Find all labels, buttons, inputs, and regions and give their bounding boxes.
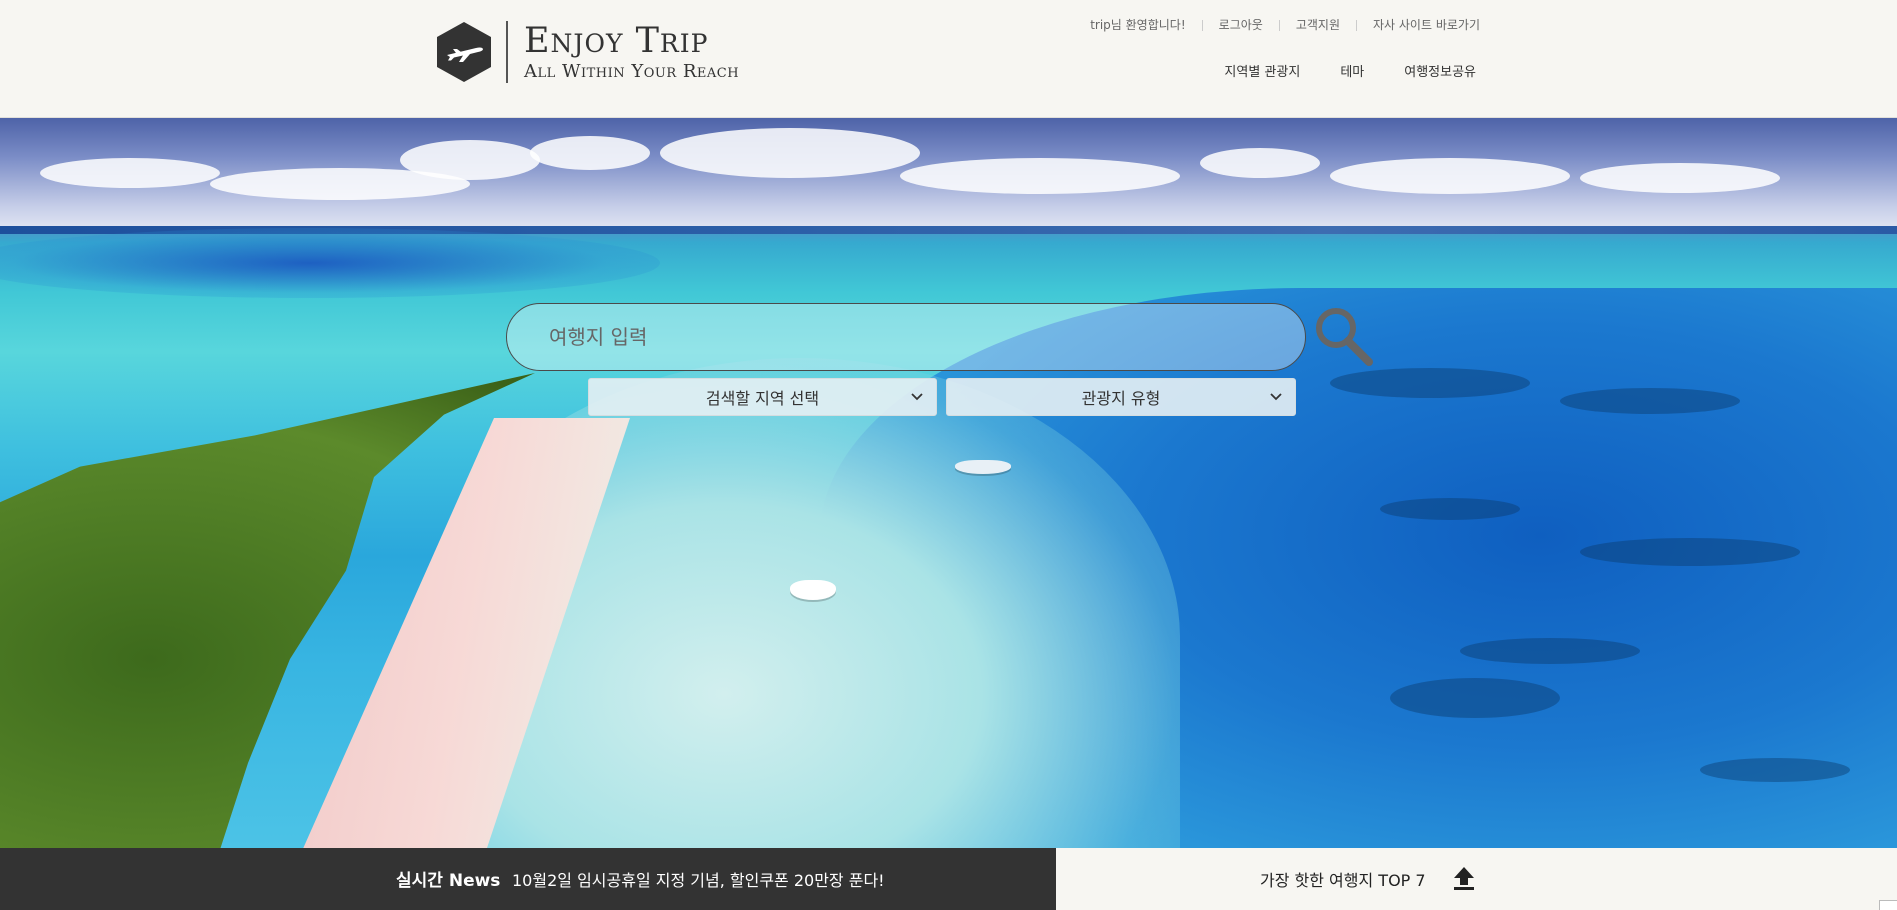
- search-bar: [506, 303, 1306, 371]
- airplane-logo-icon: [437, 22, 491, 82]
- news-label: 실시간 News: [396, 871, 501, 891]
- reef: [1390, 678, 1560, 718]
- cloud: [40, 158, 220, 188]
- destination-search-input[interactable]: [506, 303, 1306, 371]
- reef: [1560, 388, 1740, 414]
- reef: [1580, 538, 1800, 566]
- chevron-down-icon: [1270, 393, 1282, 401]
- realtime-news-bar: 실시간 News 10월2일 임시공휴일 지정 기념, 할인쿠폰 20만장 푼다…: [0, 848, 1056, 910]
- boat: [955, 460, 1011, 474]
- top7-label[interactable]: 가장 핫한 여행지 TOP 7: [1260, 867, 1426, 891]
- upload-arrow-icon[interactable]: [1452, 865, 1476, 891]
- cloud: [1330, 158, 1570, 194]
- cloud: [1200, 148, 1320, 178]
- top7-bar: 가장 핫한 여행지 TOP 7: [1056, 848, 1897, 910]
- deep-water-left: [0, 228, 660, 298]
- boat: [790, 580, 836, 600]
- cloud: [400, 140, 540, 180]
- welcome-text: trip님 환영합니다!: [1090, 18, 1186, 32]
- nav-item-travel-info-share[interactable]: 여행정보공유: [1404, 64, 1476, 82]
- reef: [1380, 498, 1520, 520]
- logo-divider: [506, 21, 508, 83]
- chevron-down-icon: [911, 393, 923, 401]
- news-headline[interactable]: 10월2일 임시공휴일 지정 기념, 할인쿠폰 20만장 푼다!: [512, 867, 885, 891]
- nav-item-theme[interactable]: 테마: [1340, 64, 1364, 82]
- logo-text: Enjoy Trip All Within Your Reach: [524, 21, 739, 83]
- support-link[interactable]: 고객지원: [1280, 16, 1356, 34]
- corner-button[interactable]: [1879, 900, 1897, 910]
- reef: [1460, 638, 1640, 664]
- logo-subtitle: All Within Your Reach: [524, 61, 740, 82]
- hero-banner: [0, 118, 1897, 848]
- region-select-value: 검색할 지역 선택: [705, 389, 820, 408]
- logo-title: Enjoy Trip: [524, 21, 709, 61]
- site-header: Enjoy Trip All Within Your Reach trip님 환…: [0, 0, 1897, 118]
- site-logo[interactable]: Enjoy Trip All Within Your Reach: [436, 21, 739, 83]
- attraction-type-select[interactable]: 관광지 유형: [946, 378, 1296, 416]
- utility-nav: trip님 환영합니다! 로그아웃 고객지원 자사 사이트 바로가기: [1074, 16, 1480, 34]
- main-nav: 지역별 관광지 테마 여행정보공유: [1184, 64, 1476, 82]
- company-site-link[interactable]: 자사 사이트 바로가기: [1357, 16, 1480, 34]
- reef: [1700, 758, 1850, 782]
- cloud: [1580, 163, 1780, 193]
- cloud: [530, 136, 650, 170]
- logout-link[interactable]: 로그아웃: [1203, 16, 1279, 34]
- reef: [1330, 368, 1530, 398]
- attraction-type-select-value: 관광지 유형: [1081, 389, 1161, 408]
- region-select[interactable]: 검색할 지역 선택: [588, 378, 937, 416]
- cloud: [660, 128, 920, 178]
- nav-item-regional-attractions[interactable]: 지역별 관광지: [1224, 64, 1300, 82]
- search-icon[interactable]: [1312, 304, 1374, 366]
- cloud: [900, 158, 1180, 194]
